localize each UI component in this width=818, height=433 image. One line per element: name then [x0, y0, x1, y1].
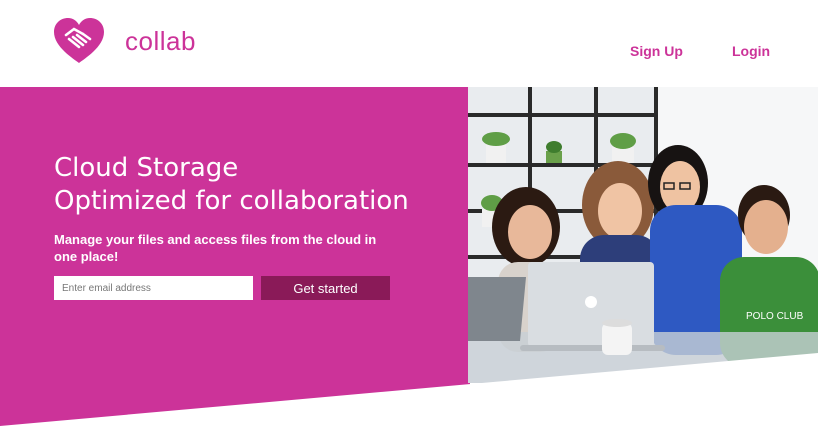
hero-subtitle: Manage your files and access files from … [54, 232, 377, 264]
signup-link[interactable]: Sign Up [630, 43, 683, 59]
hero-title-line-2: Optimized for collaboration [54, 186, 409, 216]
get-started-button[interactable]: Get started [261, 276, 390, 300]
site-header: collab Sign Up Login [0, 0, 818, 87]
svg-text:POLO CLUB: POLO CLUB [746, 311, 804, 322]
heart-handshake-icon[interactable] [52, 17, 106, 65]
team-working-on-laptop-photo: POLO CLUB [468, 87, 818, 383]
hero-title: Cloud Storage Optimized for collaboratio… [54, 152, 454, 218]
landing-page: collab Sign Up Login POLO CLUB Cloud Sto… [0, 0, 818, 433]
hero-title-line-1: Cloud Storage [54, 153, 239, 183]
login-link[interactable]: Login [732, 43, 770, 59]
email-input[interactable] [54, 276, 253, 300]
brand-name[interactable]: collab [125, 26, 196, 57]
